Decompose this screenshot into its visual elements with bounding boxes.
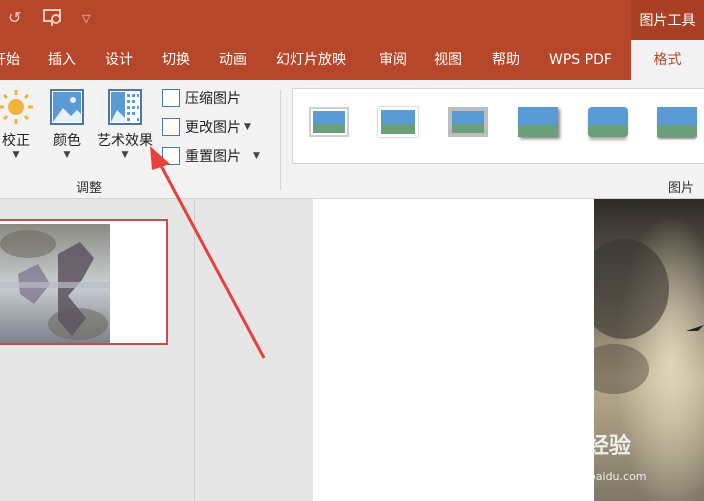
annotation-arrow	[150, 146, 266, 359]
baidu-watermark-url: jingyan.baidu.com	[545, 470, 647, 483]
baidu-watermark: Bai 经验	[540, 434, 631, 459]
